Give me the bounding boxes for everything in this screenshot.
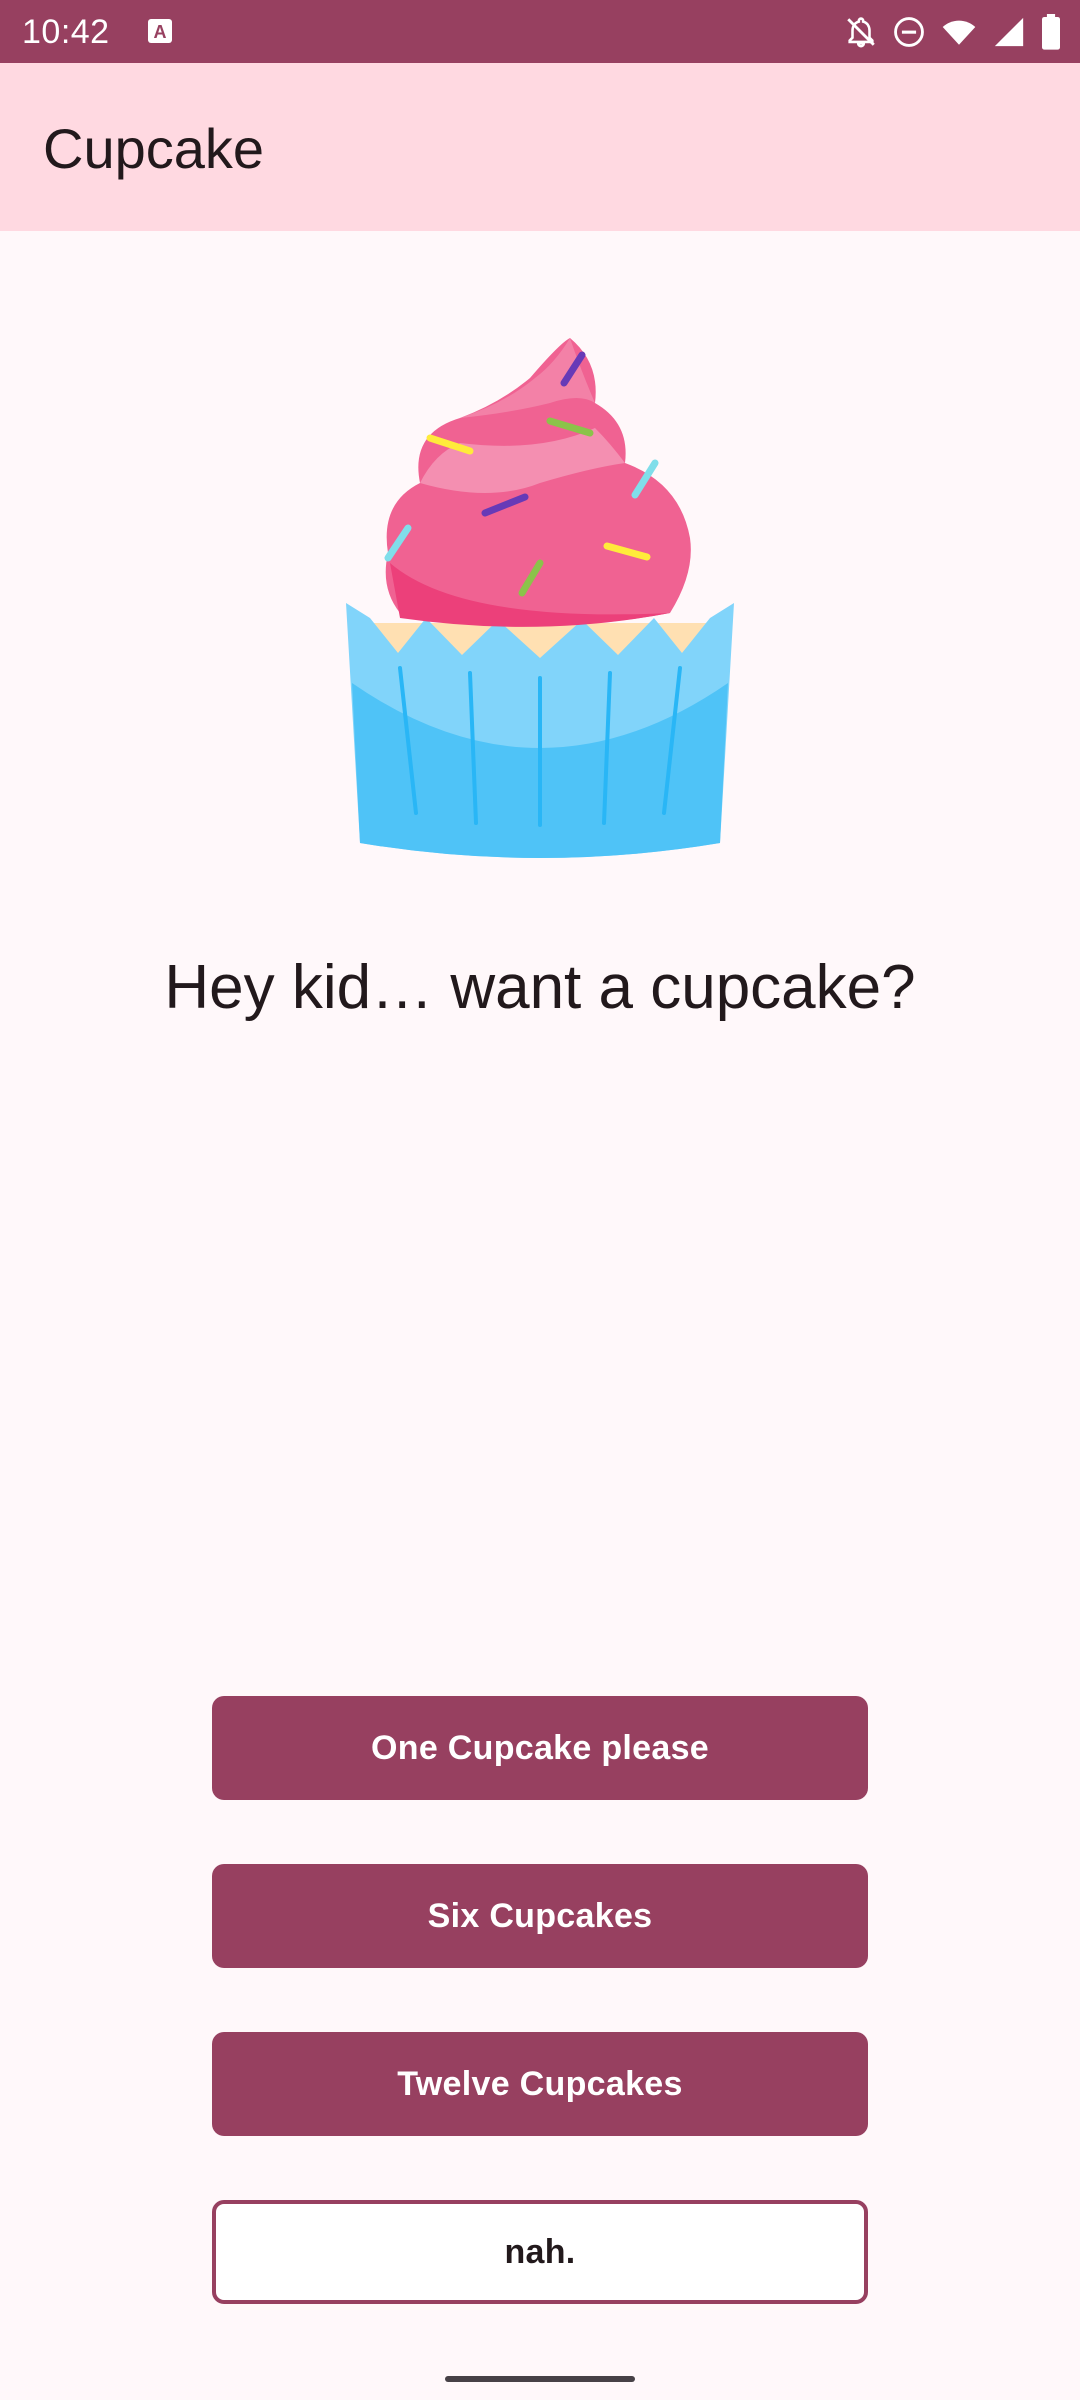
battery-icon [1042,14,1060,50]
one-cupcake-button[interactable]: One Cupcake please [212,1696,868,1800]
status-time: 10:42 [22,13,110,51]
cupcake-illustration [346,338,734,858]
svg-text:A: A [154,22,167,42]
notifications-off-icon [847,17,875,48]
headline: Hey kid… want a cupcake? [164,953,916,1022]
font-a-icon: A [148,19,172,43]
app-bar: Cupcake [0,63,1080,231]
wifi-icon [942,20,976,45]
do-not-disturb-icon [894,17,924,47]
nah-button[interactable]: nah. [212,2200,868,2304]
six-cupcakes-button[interactable]: Six Cupcakes [212,1864,868,1968]
status-icons [844,14,1062,50]
gesture-navigation-bar[interactable] [445,2376,635,2382]
signal-icon [994,17,1024,47]
app-title: Cupcake [43,117,265,180]
status-bar: 10:42 A [0,0,1080,63]
twelve-cupcakes-button[interactable]: Twelve Cupcakes [212,2032,868,2136]
